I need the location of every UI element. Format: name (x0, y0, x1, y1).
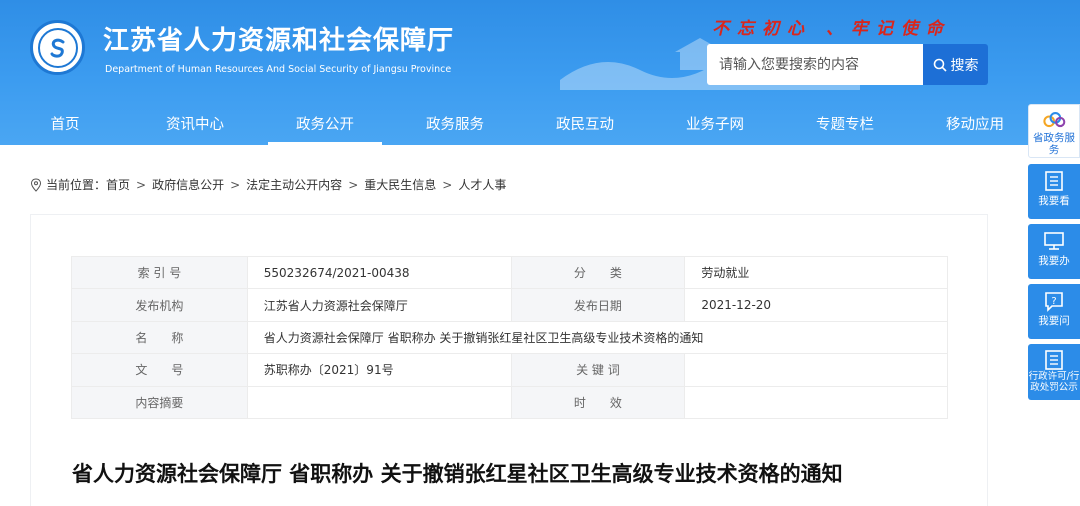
breadcrumb-separator: > (442, 177, 453, 192)
table-row: 发布机构 江苏省人力资源社会保障厅 发布日期 2021-12-20 (71, 288, 948, 322)
nav-gov-affairs-public[interactable]: 政务公开 (260, 101, 390, 145)
site-title[interactable]: 江苏省人力资源和社会保障厅 (103, 20, 454, 57)
meta-value: 省人力资源社会保障厅 省职称办 关于撤销张红星社区卫生高级专业技术资格的通知 (246, 320, 949, 355)
breadcrumb-separator: > (230, 177, 241, 192)
breadcrumb-item[interactable]: 政府信息公开 (152, 176, 224, 193)
meta-value: 江苏省人力资源社会保障厅 (246, 288, 512, 322)
monitor-icon (1044, 232, 1064, 250)
nav-gov-services[interactable]: 政务服务 (390, 101, 520, 145)
cloud-logo-icon (1043, 112, 1066, 128)
nav-home[interactable]: 首页 (0, 101, 130, 145)
table-row: 名 称 省人力资源社会保障厅 省职称办 关于撤销张红星社区卫生高级专业技术资格的… (71, 320, 949, 355)
location-pin-icon (30, 177, 42, 192)
question-icon: ? (1045, 292, 1063, 312)
nav-sub-sites[interactable]: 业务子网 (650, 101, 780, 145)
breadcrumb-item-current[interactable]: 人才人事 (458, 176, 506, 193)
sidebar-item-label: 我要看 (1038, 195, 1070, 207)
search-icon (933, 58, 947, 72)
meta-value: 劳动就业 (684, 255, 948, 290)
sidebar-item-ask[interactable]: ? 我要问 (1028, 284, 1080, 339)
sidebar-item-permits[interactable]: 行政许可/行政处罚公示 (1028, 344, 1080, 400)
document-meta-table: 索 引 号 550232674/2021-00438 分 类 劳动就业 发布机构… (71, 255, 949, 419)
breadcrumb-item[interactable]: 重大民生信息 (364, 176, 436, 193)
meta-label: 名 称 (71, 320, 248, 355)
meta-value (684, 385, 948, 419)
meta-label: 时 效 (510, 385, 686, 419)
meta-value: 苏职称办〔2021〕91号 (246, 353, 512, 387)
nav-interaction[interactable]: 政民互动 (520, 101, 650, 145)
meta-label: 发布机构 (71, 288, 248, 322)
site-header: 江苏省人力资源和社会保障厅 Department of Human Resour… (0, 0, 1080, 145)
sidebar-item-label: 省政务服务 (1033, 131, 1075, 157)
main-nav: 首页 资讯中心 政务公开 政务服务 政民互动 业务子网 专题专栏 移动应用 (0, 101, 1080, 145)
nav-mobile[interactable]: 移动应用 (910, 101, 1040, 145)
breadcrumb-item-home[interactable]: 首页 (106, 176, 130, 193)
logo-emblem-icon (37, 27, 78, 68)
site-logo[interactable] (30, 20, 85, 75)
nav-news[interactable]: 资讯中心 (130, 101, 260, 145)
list-icon (1045, 350, 1063, 370)
meta-label: 内容摘要 (71, 385, 248, 419)
site-subtitle: Department of Human Resources And Social… (105, 64, 452, 75)
search-button-label: 搜索 (950, 57, 979, 74)
meta-label: 文 号 (71, 353, 248, 387)
search-button[interactable]: 搜索 (923, 44, 988, 85)
meta-value: 2021-12-20 (684, 288, 948, 322)
sidebar-item-view[interactable]: 我要看 (1028, 164, 1080, 219)
meta-value (246, 385, 512, 419)
sidebar-item-label: 行政许可/行政处罚公示 (1028, 371, 1080, 394)
table-row: 索 引 号 550232674/2021-00438 分 类 劳动就业 (71, 255, 948, 290)
meta-value: 550232674/2021-00438 (246, 255, 512, 290)
breadcrumb: 当前位置： 首页 > 政府信息公开 > 法定主动公开内容 > 重大民生信息 > … (30, 176, 506, 193)
meta-label: 索 引 号 (71, 255, 248, 290)
document-icon (1045, 171, 1063, 191)
sidebar-item-label: 我要办 (1038, 255, 1070, 267)
meta-label: 关 键 词 (510, 353, 686, 387)
search-input[interactable] (707, 44, 923, 85)
svg-text:?: ? (1051, 296, 1056, 307)
breadcrumb-prefix: 当前位置： (46, 178, 107, 192)
nav-topics[interactable]: 专题专栏 (780, 101, 910, 145)
table-row: 内容摘要 时 效 (71, 385, 948, 419)
meta-label: 分 类 (510, 255, 686, 290)
table-row: 文 号 苏职称办〔2021〕91号 关 键 词 (71, 353, 948, 387)
sidebar-item-label: 我要问 (1038, 315, 1070, 327)
sidebar-item-do[interactable]: 我要办 (1028, 224, 1080, 279)
sidebar-item-province-services[interactable]: 省政务服务 (1028, 104, 1080, 158)
breadcrumb-separator: > (136, 177, 147, 192)
meta-value (684, 353, 948, 387)
breadcrumb-item[interactable]: 法定主动公开内容 (246, 176, 342, 193)
article-title: 省人力资源社会保障厅 省职称办 关于撤销张红星社区卫生高级专业技术资格的通知 (72, 462, 843, 486)
slogan: 不忘初心 、牢记使命 (712, 19, 951, 39)
breadcrumb-separator: > (348, 177, 359, 192)
meta-label: 发布日期 (510, 288, 686, 322)
